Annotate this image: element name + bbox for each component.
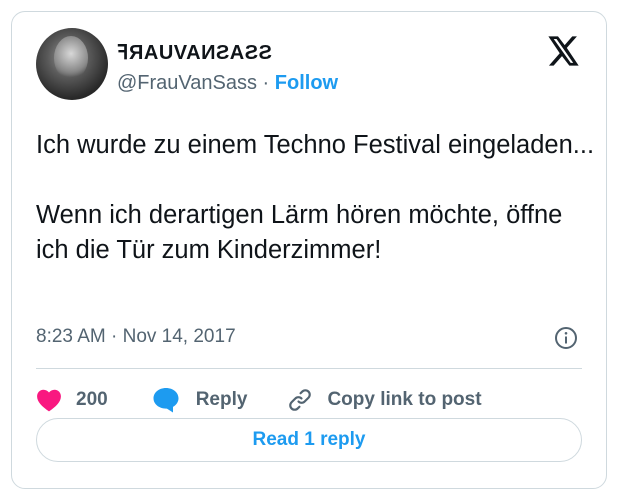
x-logo-icon[interactable] [548, 36, 580, 66]
tweet-time: 8:23 AM [36, 326, 106, 347]
action-bar: 200 Reply Copy link to post [36, 382, 482, 418]
tweet-paragraph: Ich wurde zu einem Techno Festival einge… [36, 131, 595, 159]
tweet-text: Ich wurde zu einem Techno Festival einge… [36, 128, 596, 268]
like-button[interactable]: 200 [36, 388, 108, 412]
divider [36, 368, 582, 369]
read-replies-button[interactable]: Read 1 reply [36, 418, 582, 462]
handle-separator: · [257, 72, 275, 94]
tweet-card[interactable]: ꟻЯAUVAИƧAƧƧ @FrauVanSass · Follow Ich wu… [11, 11, 607, 489]
heart-icon [37, 389, 61, 412]
follow-button[interactable]: Follow [275, 72, 338, 94]
copy-link-label: Copy link to post [327, 389, 482, 410]
speech-bubble-icon [153, 388, 179, 413]
link-icon [289, 389, 312, 411]
tweet-timestamp[interactable]: 8:23 AM · Nov 14, 2017 [36, 326, 236, 348]
reply-button[interactable]: Reply [152, 387, 248, 413]
tweet-date: Nov 14, 2017 [122, 326, 236, 347]
meta-separator: · [105, 326, 123, 347]
like-count: 200 [76, 389, 108, 410]
user-handle[interactable]: @FrauVanSass [117, 72, 257, 94]
copy-link-button[interactable]: Copy link to post [287, 387, 482, 413]
handle-row: @FrauVanSass · Follow [117, 72, 338, 95]
avatar[interactable] [36, 28, 108, 100]
tweet-paragraph: Wenn ich derartigen Lärm hören möchte, ö… [36, 201, 563, 264]
reply-label: Reply [195, 389, 248, 410]
display-name[interactable]: ꟻЯAUVAИƧAƧƧ [117, 40, 272, 65]
info-icon[interactable] [554, 326, 578, 350]
